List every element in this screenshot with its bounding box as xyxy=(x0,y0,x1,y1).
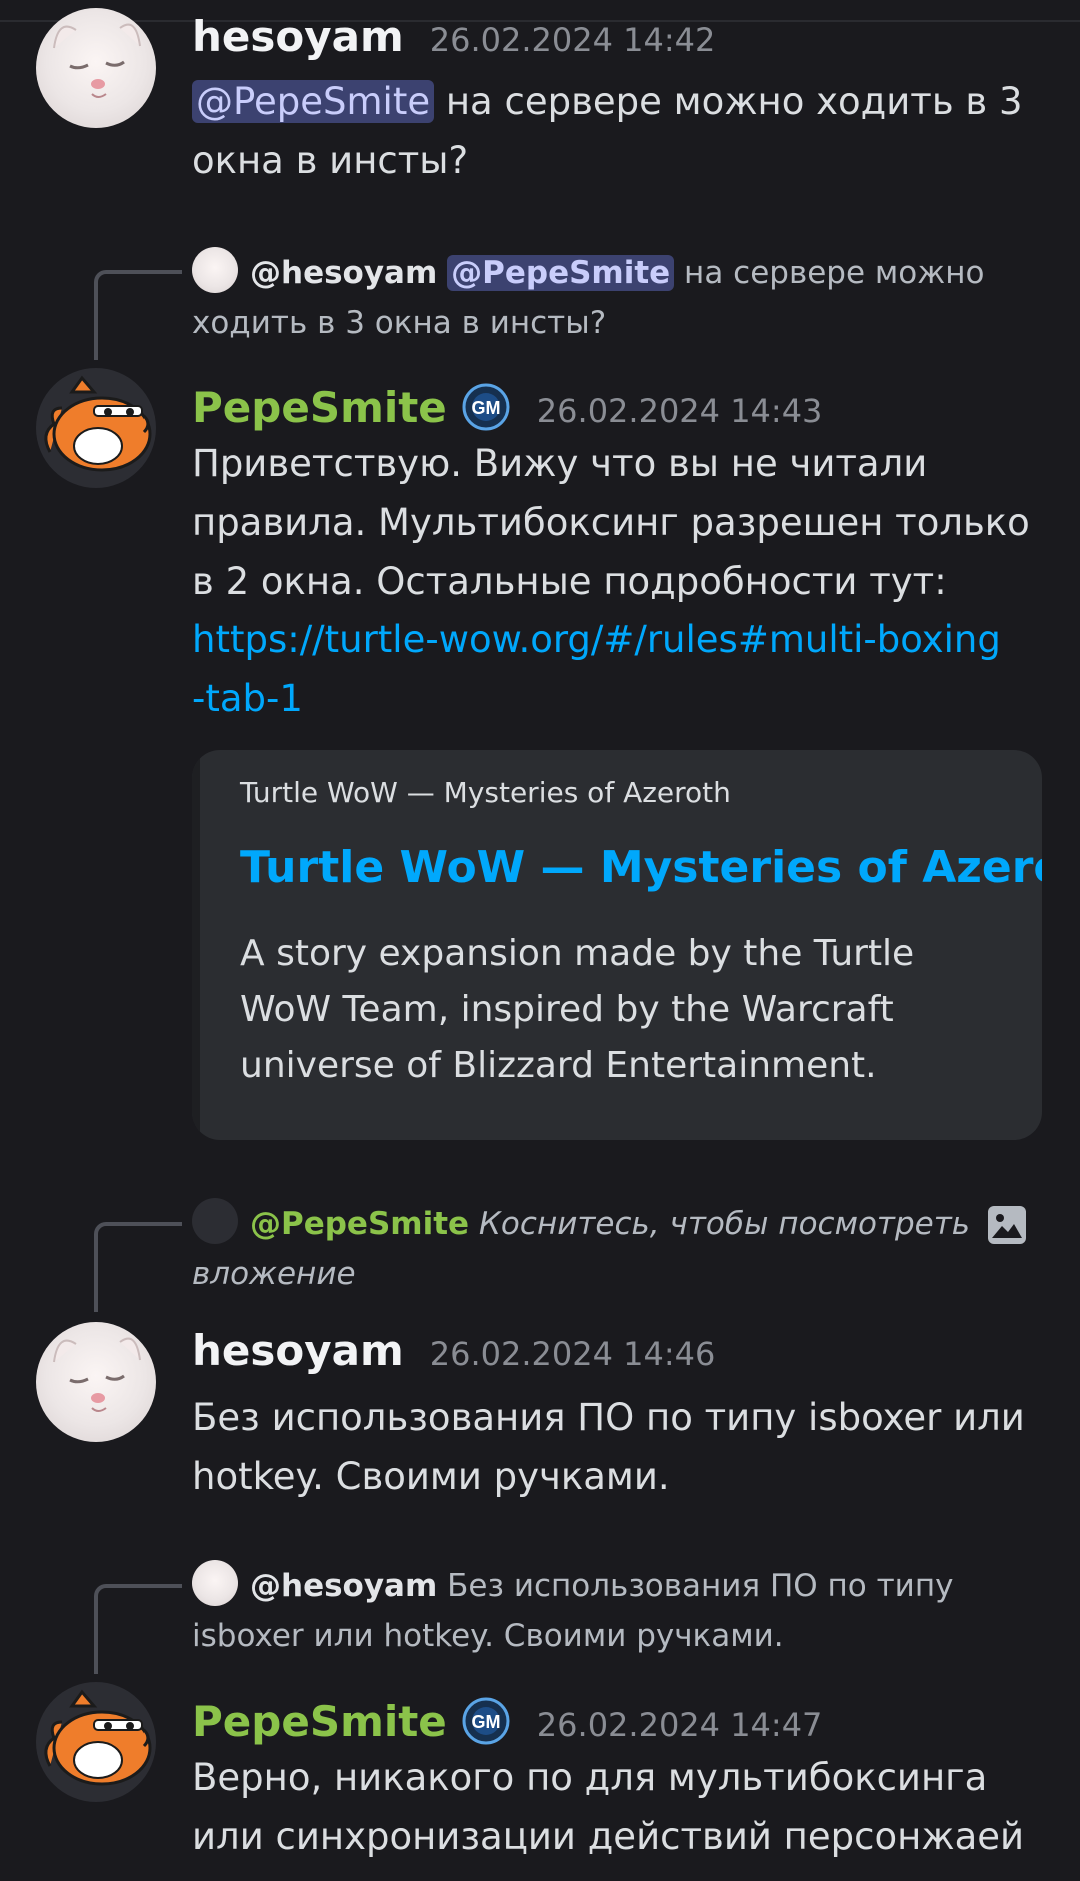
image-icon[interactable] xyxy=(986,1204,1028,1246)
reply-mention: @PepeSmite xyxy=(447,255,675,291)
username[interactable]: PepeSmite xyxy=(192,383,447,432)
reply-author: @hesoyam xyxy=(250,1568,438,1604)
embed-provider[interactable]: Turtle WoW — Mysteries of Azeroth xyxy=(240,776,731,809)
message-body: Приветствую. Вижу что вы не читали прави… xyxy=(192,442,1030,603)
message-body: Верно, никакого по для мультибоксинга ил… xyxy=(192,1756,1025,1858)
message-3[interactable]: @PepeSmite Коснитесь, чтобы посмотреть в… xyxy=(0,1150,1080,1530)
avatar[interactable] xyxy=(36,1682,156,1802)
reply-connector xyxy=(94,1584,182,1674)
link-line-2[interactable]: -tab-1 xyxy=(192,677,303,720)
avatar[interactable] xyxy=(36,1322,156,1442)
reply-avatar xyxy=(192,247,238,293)
reply-preview[interactable]: @hesoyam @PepeSmite на сервере можно ход… xyxy=(192,247,1022,348)
fox-mascot-icon xyxy=(44,375,152,472)
message-4[interactable]: @hesoyam Без использования ПО по типу is… xyxy=(0,1530,1080,1881)
reply-author: @hesoyam xyxy=(250,255,438,291)
gm-badge-label: GM xyxy=(471,398,500,418)
message-link[interactable]: https://turtle-wow.org/#/rules#multi-box… xyxy=(192,610,1042,728)
fox-mascot-icon xyxy=(44,1689,152,1786)
reply-avatar xyxy=(192,1198,238,1244)
timestamp: 26.02.2024 14:43 xyxy=(536,392,823,430)
message-body: Без использования ПО по типу isboxer или… xyxy=(192,1396,1025,1498)
embed-title[interactable]: Turtle WoW — Mysteries of Azeroth xyxy=(240,842,1042,893)
reply-connector xyxy=(94,1222,182,1312)
reply-preview[interactable]: @hesoyam Без использования ПО по типу is… xyxy=(192,1560,1022,1661)
reply-author: @PepeSmite xyxy=(250,1206,470,1242)
link-line-1[interactable]: https://turtle-wow.org/#/rules#multi-box… xyxy=(192,618,1001,661)
timestamp: 26.02.2024 14:47 xyxy=(536,1706,823,1744)
gm-badge-label: GM xyxy=(471,1712,500,1732)
username[interactable]: PepeSmite xyxy=(192,1697,447,1746)
reply-avatar xyxy=(192,1560,238,1606)
embed-description: A story expansion made by the Turtle WoW… xyxy=(240,933,915,1086)
cat-face-icon xyxy=(53,1337,141,1412)
avatar[interactable] xyxy=(36,368,156,488)
reply-connector xyxy=(94,270,182,360)
link-embed[interactable]: Turtle WoW — Mysteries of Azeroth Turtle… xyxy=(192,750,1042,1140)
username[interactable]: hesoyam xyxy=(192,1326,404,1375)
gm-badge-icon: GM xyxy=(462,1697,510,1745)
gm-badge-icon: GM xyxy=(462,383,510,431)
reply-preview[interactable]: @PepeSmite Коснитесь, чтобы посмотреть в… xyxy=(192,1198,972,1299)
embed-accent-bar xyxy=(192,750,200,1140)
message-2[interactable]: @hesoyam @PepeSmite на сервере можно ход… xyxy=(0,0,1080,1150)
timestamp: 26.02.2024 14:46 xyxy=(429,1335,716,1373)
